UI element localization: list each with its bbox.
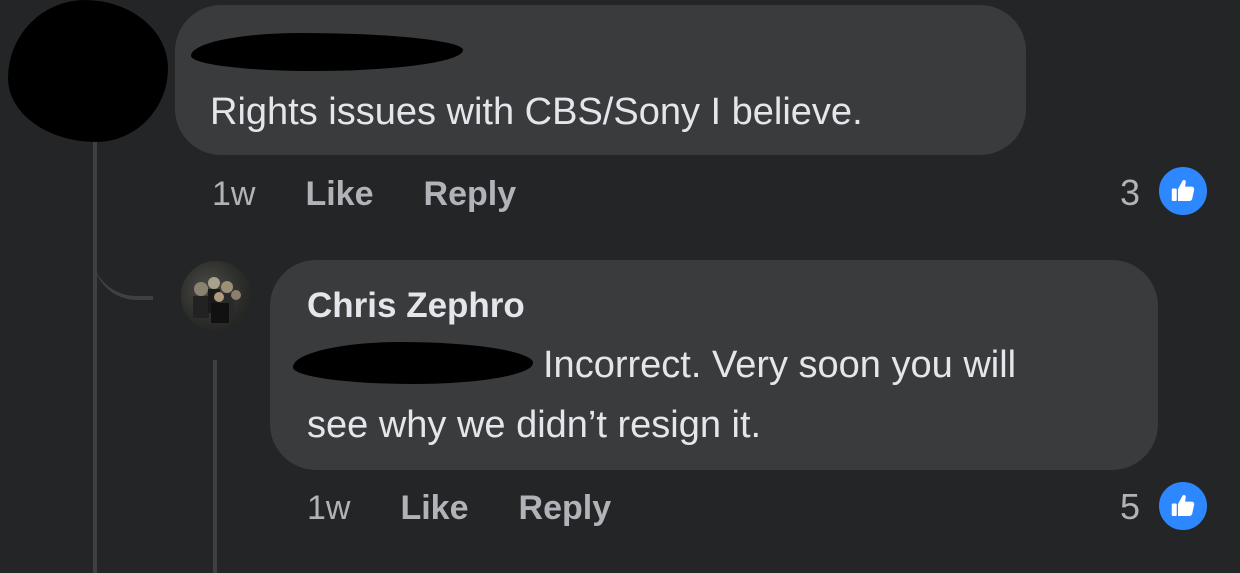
reaction-badge[interactable]: [1157, 165, 1209, 217]
redacted-avatar: [8, 0, 168, 142]
redacted-mention: [293, 342, 533, 384]
comment-text: Rights issues with CBS/Sony I believe.: [210, 91, 863, 133]
reaction-count[interactable]: 5: [1120, 486, 1140, 528]
comment-actions: 1w Like Reply: [212, 172, 516, 216]
thread-line-main: [93, 140, 97, 573]
reply-text-line-2: see why we didn’t resign it.: [307, 404, 762, 446]
redacted-author-name: [191, 33, 463, 71]
comment-timestamp[interactable]: 1w: [212, 175, 255, 214]
reply-actions: 1w Like Reply: [307, 486, 611, 530]
reaction-badge[interactable]: [1157, 480, 1209, 532]
thread-line-reply: [213, 360, 217, 573]
reply-author-name[interactable]: Chris Zephro: [307, 286, 525, 326]
reaction-count[interactable]: 3: [1120, 172, 1140, 214]
reply-button[interactable]: Reply: [424, 175, 517, 214]
avatar-photo-image: [193, 277, 241, 323]
reply-text-line-1: Incorrect. Very soon you will: [543, 344, 1017, 386]
thumbs-up-icon: [1171, 495, 1195, 516]
like-button[interactable]: Like: [400, 489, 468, 528]
reply-timestamp[interactable]: 1w: [307, 489, 350, 528]
reply-button[interactable]: Reply: [519, 489, 612, 528]
thumbs-up-icon: [1171, 180, 1195, 201]
avatar[interactable]: [181, 261, 251, 331]
thread-connector: [93, 240, 153, 300]
reply-bubble: Chris Zephro Incorrect. Very soon you wi…: [270, 260, 1158, 470]
like-button[interactable]: Like: [305, 175, 373, 214]
comment-bubble: Rights issues with CBS/Sony I believe.: [175, 5, 1026, 155]
